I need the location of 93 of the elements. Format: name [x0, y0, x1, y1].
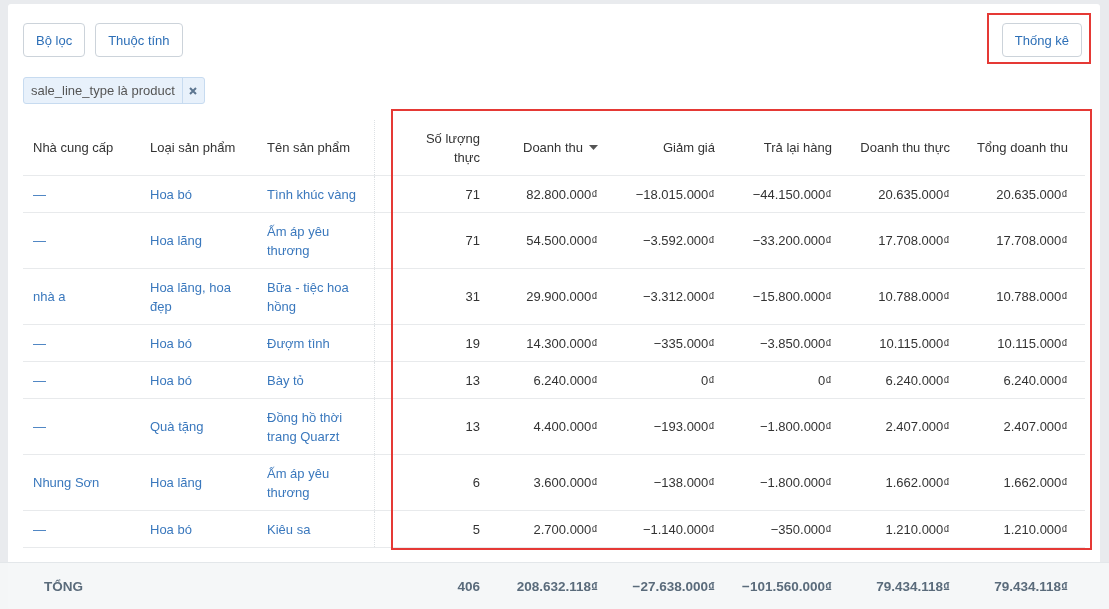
table-cell-text: 1.210.000₫: [1003, 520, 1068, 539]
column-header[interactable]: Số lượng thực: [416, 128, 480, 167]
table-link[interactable]: Tình khúc vàng: [267, 184, 356, 204]
table-cell-text: 5: [472, 520, 480, 539]
toolbar-button[interactable]: Bộ lọc: [23, 23, 86, 57]
table-link[interactable]: —: [33, 184, 46, 204]
table-cell-text: 10.788.000₫: [878, 288, 950, 306]
table-cell-text: −3.312.000₫: [642, 288, 715, 306]
table-cell-text: 10.788.000₫: [996, 288, 1068, 306]
table-cell-text: 20.635.000₫: [996, 185, 1068, 204]
table-link[interactable]: Đồng hồ thời trang Quarzt: [267, 407, 364, 446]
table-cell-text: 6.240.000₫: [1003, 371, 1068, 390]
column-header[interactable]: Loại sản phẩm: [150, 138, 236, 157]
total-value: 79.434.118₫: [875, 579, 951, 594]
table-cell-text: 71: [465, 185, 480, 204]
table-cell-text: −3.592.000₫: [642, 232, 715, 250]
table-cell-text: 6: [472, 474, 480, 492]
total-value: 406: [456, 579, 481, 594]
table-link[interactable]: Hoa bó: [150, 519, 192, 539]
table-link[interactable]: Nhung Sơn: [33, 473, 100, 492]
table-cell-text: −193.000₫: [653, 418, 715, 436]
table-cell-text: 29.900.000₫: [526, 288, 598, 306]
table-link[interactable]: —: [33, 417, 46, 436]
column-header[interactable]: Nhà cung cấp: [33, 138, 114, 157]
table-link[interactable]: Bày tỏ: [267, 370, 304, 390]
table-cell-text: 0₫: [818, 371, 832, 390]
column-header[interactable]: Doanh thu: [523, 138, 583, 157]
table-cell-text: 14.300.000₫: [526, 334, 598, 353]
table-cell-text: 2.407.000₫: [1003, 418, 1068, 436]
table-cell-text: 0₫: [701, 371, 715, 390]
table-link[interactable]: —: [33, 231, 46, 250]
table-cell-text: 6.240.000₫: [885, 371, 950, 390]
table-cell-text: 1.662.000₫: [1003, 474, 1068, 492]
table-cell-text: 82.800.000₫: [526, 185, 598, 204]
table-cell-text: 71: [465, 232, 480, 250]
table-link[interactable]: —: [33, 370, 46, 390]
table-cell-text: −1.800.000₫: [759, 474, 832, 492]
table-link[interactable]: —: [33, 519, 46, 539]
table-link[interactable]: Đượm tình: [267, 333, 330, 353]
statistics-button[interactable]: Thống kê: [1001, 23, 1082, 57]
close-icon: [189, 86, 198, 95]
table-cell-text: 1.662.000₫: [885, 474, 950, 492]
table-cell-text: 1.210.000₫: [885, 520, 950, 539]
table-cell-text: 10.115.000₫: [997, 334, 1068, 353]
column-header[interactable]: Tên sản phẩm: [267, 138, 351, 157]
column-header[interactable]: Doanh thu thực: [860, 138, 950, 157]
table-cell-text: 20.635.000₫: [878, 185, 950, 204]
column-header[interactable]: Trả lại hàng: [763, 138, 832, 157]
table-link[interactable]: Bữa - tiệc hoa hồng: [267, 277, 364, 316]
table-link[interactable]: Hoa lãng, hoa đẹp: [150, 277, 247, 316]
table-link[interactable]: —: [33, 333, 46, 353]
table-cell-text: −138.000₫: [653, 474, 715, 492]
totals-label: TỔNG: [44, 579, 83, 594]
column-header[interactable]: Giảm giá: [662, 138, 715, 157]
table-cell-text: −1.800.000₫: [759, 418, 832, 436]
table-link[interactable]: Hoa lãng: [150, 473, 203, 492]
table-cell-text: −33.200.000₫: [752, 232, 832, 250]
filter-label: sale_line_type là product: [30, 82, 176, 100]
table-link[interactable]: Hoa lãng: [150, 231, 203, 250]
table-cell-text: 4.400.000₫: [533, 418, 598, 436]
table-cell-text: 2.700.000₫: [533, 520, 598, 539]
table-cell-text: −3.850.000₫: [759, 334, 832, 353]
table-cell-text: 3.600.000₫: [533, 474, 598, 492]
total-value: −101.560.000₫: [741, 579, 833, 594]
toolbar-button[interactable]: Thuộc tính: [95, 23, 183, 57]
table-cell-text: 2.407.000₫: [885, 418, 950, 436]
table-cell-text: 17.708.000₫: [996, 232, 1068, 250]
table-link[interactable]: Hoa bó: [150, 333, 192, 353]
column-header[interactable]: Tổng doanh thu: [976, 138, 1068, 157]
table-cell-text: 31: [465, 288, 480, 306]
total-value: −27.638.000₫: [631, 579, 716, 594]
table-cell-text: 19: [465, 334, 480, 353]
table-link[interactable]: Kiêu sa: [267, 519, 311, 539]
table-cell-text: −15.800.000₫: [752, 288, 832, 306]
table-cell-text: 17.708.000₫: [878, 232, 950, 250]
table-cell-text: −350.000₫: [770, 520, 832, 539]
table-link[interactable]: nhà a: [33, 287, 66, 306]
table-cell-text: −44.150.000₫: [752, 185, 832, 204]
table-link[interactable]: Hoa bó: [150, 370, 192, 390]
table-cell-text: −1.140.000₫: [642, 520, 715, 539]
table-link[interactable]: Ấm áp yêu thương: [267, 463, 364, 502]
table-cell-text: −18.015.000₫: [635, 185, 715, 204]
table-link[interactable]: Ấm áp yêu thương: [267, 221, 364, 260]
table-cell-text: 13: [465, 371, 480, 390]
table-cell-text: 54.500.000₫: [526, 232, 598, 250]
table-cell-text: −335.000₫: [653, 334, 715, 353]
total-value: 79.434.118₫: [993, 579, 1069, 594]
table-cell-text: 6.240.000₫: [533, 371, 598, 390]
table-cell-text: 10.115.000₫: [879, 334, 950, 353]
table-link[interactable]: Quà tặng: [150, 417, 204, 436]
table-link[interactable]: Hoa bó: [150, 184, 192, 204]
table-cell-text: 13: [465, 418, 480, 436]
total-value: 208.632.118₫: [515, 579, 599, 594]
